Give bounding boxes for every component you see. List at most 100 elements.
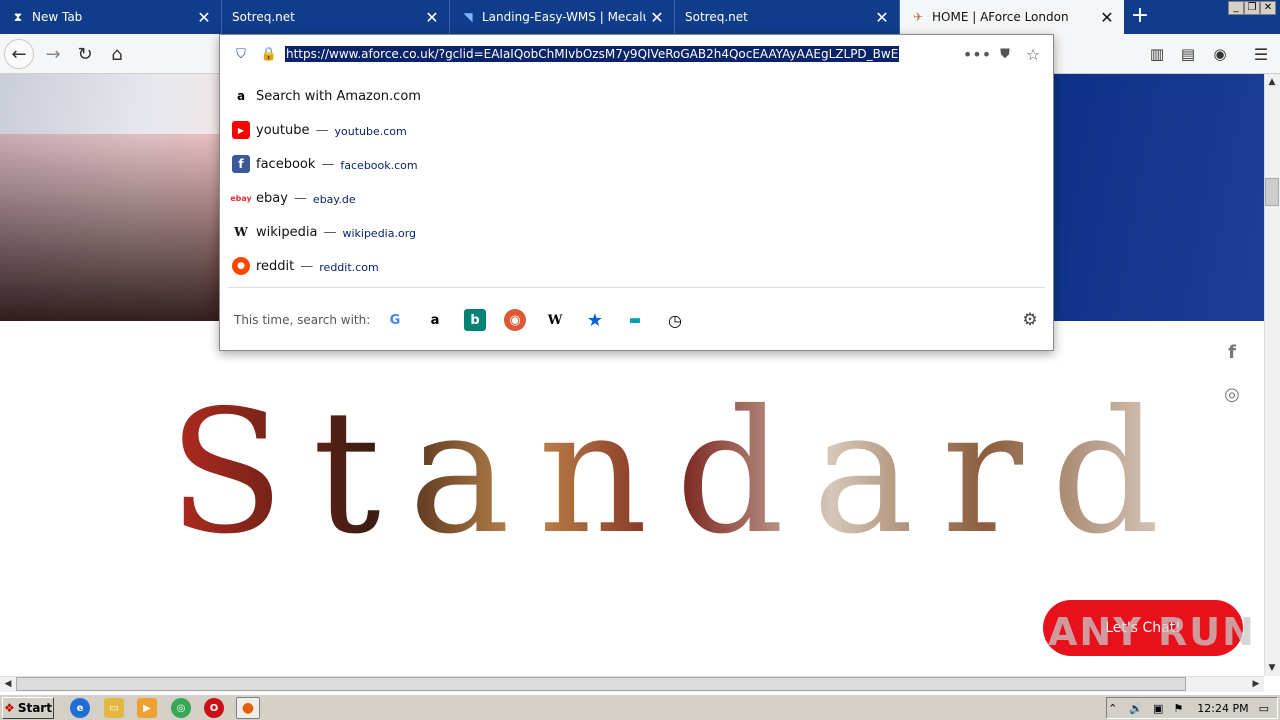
flag-icon[interactable]: ⚑ — [1173, 702, 1183, 715]
library-icon: ▥ — [1149, 45, 1165, 63]
url-result-reddit[interactable]: ● reddit — reddit.com — [220, 249, 1053, 283]
tab-label: Sotreq.net — [685, 10, 748, 24]
bing-icon[interactable]: b — [464, 309, 486, 331]
google-icon[interactable]: G — [384, 309, 406, 331]
more-actions-icon[interactable]: ••• — [963, 44, 991, 64]
duckduckgo-icon[interactable]: ◉ — [504, 309, 526, 331]
url-result-youtube[interactable]: ▶ youtube — youtube.com — [220, 113, 1053, 147]
arrow-right-icon: → — [45, 43, 61, 65]
result-title: Search with Amazon.com — [256, 88, 421, 104]
page-headline: Standard — [168, 374, 1188, 572]
reddit-icon: ● — [232, 257, 250, 275]
minimize-icon[interactable]: _ — [1228, 1, 1244, 15]
vertical-scrollbar[interactable] — [1264, 74, 1280, 676]
search-with-label: This time, search with: — [234, 313, 371, 327]
reload-icon: ↻ — [77, 43, 93, 65]
wikipedia-icon[interactable]: W — [544, 309, 566, 331]
account-icon: ◉ — [1213, 45, 1227, 63]
address-bar[interactable]: ⛉ 🔒 https://www.aforce.co.uk/?gclid=EAIa… — [220, 35, 1053, 73]
volume-icon[interactable]: 🔊 — [1129, 702, 1143, 715]
bookmark-star-icon[interactable]: ☆ — [1023, 44, 1043, 64]
result-separator: — — [300, 258, 314, 274]
chevron-up-icon[interactable]: ⌃ — [1108, 702, 1117, 715]
account-button[interactable]: ◉ — [1205, 39, 1235, 69]
scroll-right-icon[interactable]: ▶ — [1248, 676, 1264, 692]
facebook-icon[interactable]: f — [1220, 342, 1244, 366]
close-icon[interactable]: ✕ — [193, 6, 215, 28]
chrome-icon[interactable]: ◎ — [171, 698, 191, 718]
amazon-icon[interactable]: a — [424, 309, 446, 331]
url-dropdown: ⛉ 🔒 https://www.aforce.co.uk/?gclid=EAIa… — [219, 34, 1054, 351]
anyrun-watermark: ANY RUN — [1048, 610, 1256, 654]
close-icon[interactable]: ✕ — [421, 6, 443, 28]
horizontal-scroll-thumb[interactable] — [16, 677, 1186, 691]
taskbar: ❖ Start e ▭ ▶ ◎ O ● ⌃ 🔊 ▣ ⚑ 12:24 PM ▭ — [0, 694, 1280, 720]
home-button[interactable]: ⌂ — [102, 39, 132, 69]
gear-icon[interactable]: ⚙ — [1019, 309, 1041, 331]
sidebar-button[interactable]: ▤ — [1173, 39, 1203, 69]
show-desktop-icon[interactable]: ▭ — [1259, 702, 1269, 715]
result-title: wikipedia — [256, 224, 318, 240]
library-button[interactable]: ▥ — [1142, 39, 1172, 69]
history-icon[interactable]: ◷ — [664, 309, 686, 331]
shield-icon[interactable]: ⛉ — [231, 44, 251, 64]
scroll-left-icon[interactable]: ◀ — [0, 676, 16, 692]
youtube-icon: ▶ — [232, 121, 250, 139]
wikipedia-icon: W — [234, 225, 248, 239]
scroll-up-icon[interactable]: ▲ — [1264, 74, 1280, 90]
firefox-icon: ● — [241, 700, 255, 716]
tab-sotreq[interactable]: Sotreq.net ✕ — [222, 0, 450, 34]
facebook-icon: f — [232, 155, 250, 173]
url-result-facebook[interactable]: f facebook — facebook.com — [220, 147, 1053, 181]
folder-icon[interactable]: ▭ — [104, 698, 124, 718]
aforce-icon: ✈ — [912, 10, 924, 24]
vertical-scroll-thumb[interactable] — [1265, 178, 1279, 206]
new-tab-button[interactable]: + — [1128, 5, 1152, 29]
start-button[interactable]: ❖ Start — [2, 697, 54, 719]
tab-sotreq-2[interactable]: Sotreq.net ✕ — [675, 0, 900, 34]
forward-button[interactable]: → — [38, 39, 68, 69]
close-icon[interactable]: ✕ — [1096, 6, 1118, 28]
bookmarks-icon[interactable]: ★ — [584, 309, 606, 331]
reload-button[interactable]: ↻ — [70, 39, 100, 69]
result-separator: — — [315, 122, 329, 138]
url-result-amazon[interactable]: a Search with Amazon.com — [220, 79, 1053, 113]
tab-label: HOME | AForce London — [932, 10, 1069, 24]
scroll-down-icon[interactable]: ▼ — [1264, 660, 1280, 676]
lock-icon[interactable]: 🔒 — [259, 44, 279, 64]
result-url: youtube.com — [334, 125, 407, 138]
tab-mecalux[interactable]: ◥ Landing-Easy-WMS | Mecalux | ww ✕ — [450, 0, 675, 34]
url-input[interactable]: https://www.aforce.co.uk/?gclid=EAIaIQob… — [285, 46, 900, 62]
tab-new-tab[interactable]: ⧗ New Tab ✕ — [0, 0, 222, 34]
pocket-icon[interactable]: ⛊ — [995, 44, 1015, 64]
result-separator: — — [293, 190, 307, 206]
tab-label: Sotreq.net — [232, 10, 295, 24]
hamburger-menu-icon: ☰ — [1253, 44, 1269, 64]
result-url: wikipedia.org — [342, 227, 417, 240]
url-result-wikipedia[interactable]: W wikipedia — wikipedia.org — [220, 215, 1053, 249]
one-off-search-bar: This time, search with: G a b ◉ W ★ ▬ ◷ … — [220, 301, 1053, 339]
result-title: ebay — [256, 190, 288, 206]
ebay-icon: ebay — [230, 193, 252, 203]
tab-label: New Tab — [32, 10, 83, 24]
network-icon[interactable]: ▣ — [1153, 702, 1163, 715]
amazon-icon: a — [236, 89, 246, 103]
restore-icon[interactable]: ❐ — [1244, 1, 1260, 15]
instagram-icon[interactable]: ◎ — [1220, 384, 1244, 408]
url-result-ebay[interactable]: ebay ebay — ebay.de — [220, 181, 1053, 215]
media-player-icon[interactable]: ▶ — [137, 698, 157, 718]
home-icon: ⌂ — [111, 43, 123, 65]
close-icon[interactable]: ✕ — [871, 6, 893, 28]
tab-aforce[interactable]: ✈ HOME | AForce London ✕ — [900, 0, 1124, 34]
clock[interactable]: 12:24 PM — [1197, 702, 1248, 715]
back-button[interactable]: ← — [4, 39, 34, 69]
internet-explorer-icon[interactable]: e — [70, 698, 90, 718]
firefox-taskbar-button[interactable]: ● — [236, 697, 260, 719]
opera-icon[interactable]: O — [204, 698, 224, 718]
menu-button[interactable]: ☰ — [1246, 39, 1276, 69]
result-separator: — — [323, 224, 337, 240]
result-url: reddit.com — [319, 261, 379, 274]
close-icon[interactable]: ✕ — [646, 6, 668, 28]
tabs-icon[interactable]: ▬ — [624, 309, 646, 331]
window-close-icon[interactable]: ✕ — [1260, 1, 1276, 15]
